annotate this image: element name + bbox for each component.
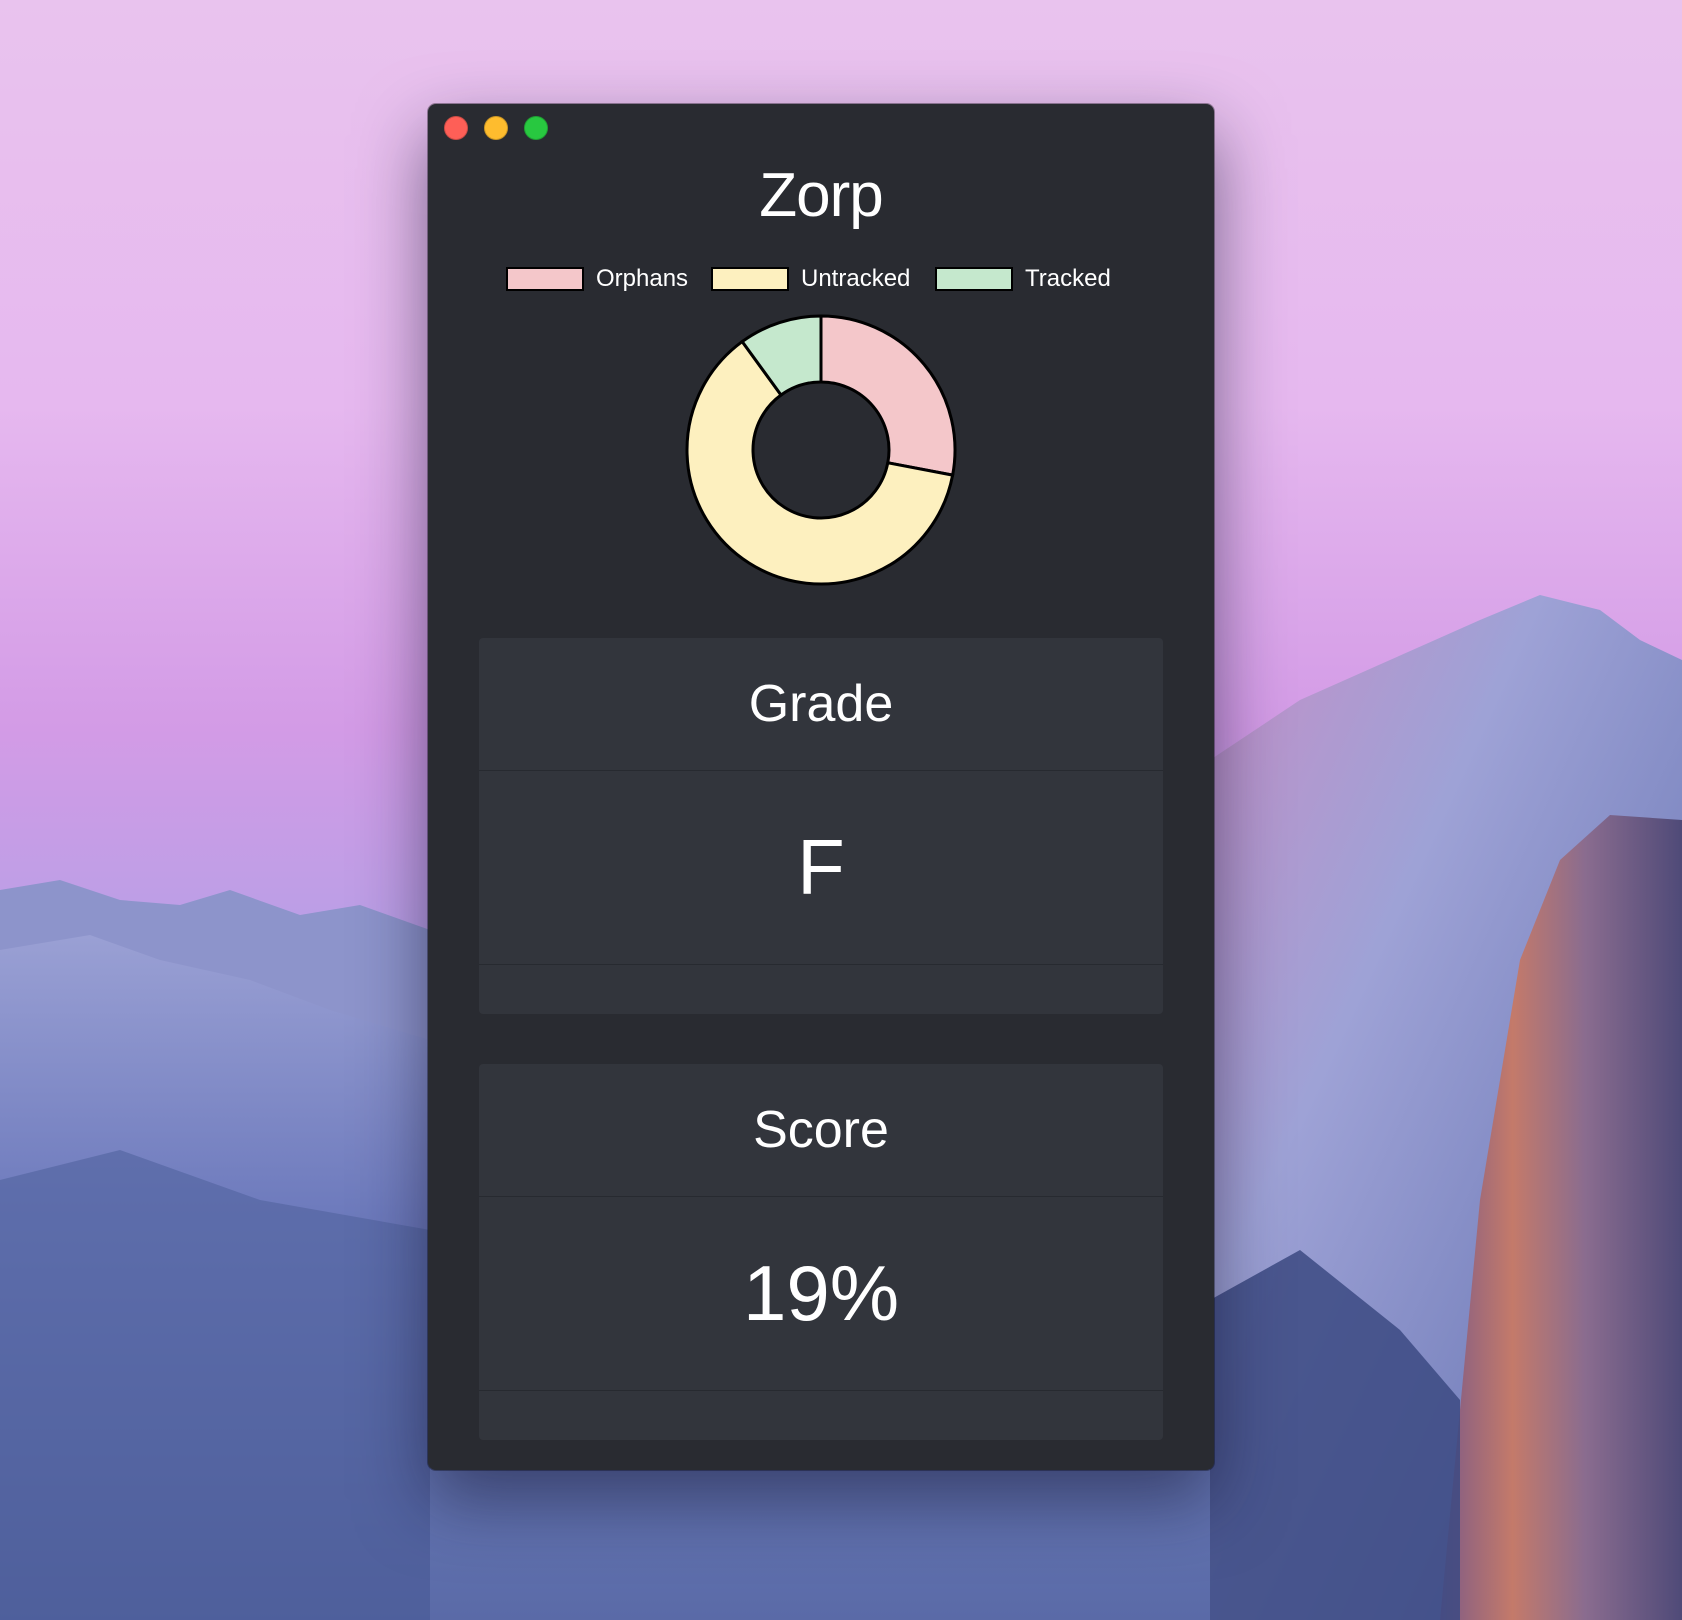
grade-value: F — [479, 771, 1163, 965]
donut-slice-orphans[interactable] — [819, 314, 957, 477]
legend-item-orphans[interactable]: Orphans — [506, 264, 688, 294]
grade-card-title: Grade — [479, 638, 1163, 771]
legend-label-untracked: Untracked — [801, 265, 911, 292]
app-window: Zorp Orphans Untracked Tracked Grade F S… — [428, 104, 1214, 1470]
score-card-title: Score — [479, 1064, 1163, 1197]
legend-swatch-tracked — [935, 267, 1013, 291]
chart-legend: Orphans Untracked Tracked — [428, 264, 1214, 294]
legend-swatch-orphans — [506, 267, 584, 291]
close-window-button[interactable] — [444, 116, 468, 140]
maximize-window-button[interactable] — [524, 116, 548, 140]
score-card: Score 19% — [479, 1064, 1163, 1440]
grade-card: Grade F — [479, 638, 1163, 1014]
score-card-footer — [479, 1391, 1163, 1440]
donut-chart — [685, 314, 957, 586]
legend-item-untracked[interactable]: Untracked — [711, 264, 910, 294]
legend-item-tracked[interactable]: Tracked — [935, 264, 1111, 294]
score-value: 19% — [479, 1197, 1163, 1391]
legend-swatch-untracked — [711, 267, 789, 291]
app-title: Zorp — [759, 161, 883, 230]
minimize-window-button[interactable] — [484, 116, 508, 140]
grade-card-footer — [479, 965, 1163, 1014]
legend-label-tracked: Tracked — [1025, 265, 1111, 292]
legend-label-orphans: Orphans — [596, 265, 689, 292]
